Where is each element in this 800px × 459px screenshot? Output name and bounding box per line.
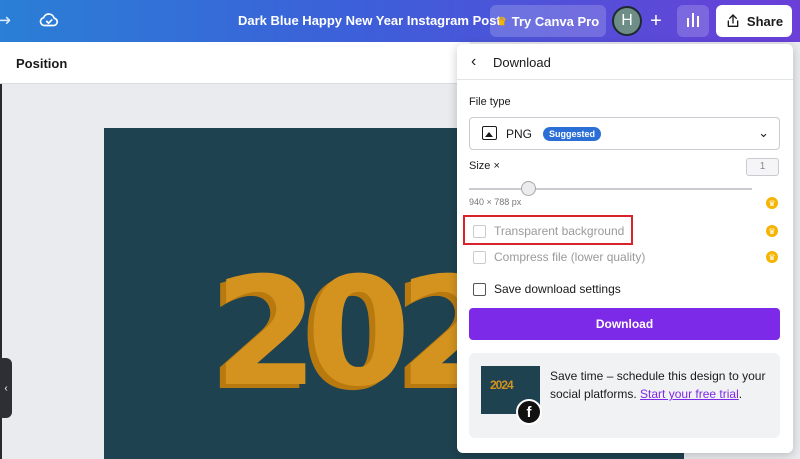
share-label: Share bbox=[746, 13, 784, 29]
promo-suffix: . bbox=[738, 387, 743, 401]
crown-icon: ♛ bbox=[766, 197, 778, 209]
size-slider-track[interactable] bbox=[469, 188, 752, 190]
download-panel: ‹ Download File type PNG Suggested ⌄ Siz… bbox=[457, 44, 793, 453]
avatar[interactable]: H bbox=[612, 6, 642, 36]
insights-icon bbox=[687, 18, 689, 27]
schedule-promo-card: 2024 f Save time – schedule this design … bbox=[469, 353, 780, 438]
save-download-settings-label: Save download settings bbox=[494, 282, 621, 296]
crown-icon: ♛ bbox=[766, 251, 778, 263]
download-panel-header: ‹ Download bbox=[457, 44, 793, 80]
size-label: Size × bbox=[469, 160, 500, 172]
download-button[interactable]: Download bbox=[469, 308, 780, 340]
redo-arrow-icon[interactable]: ↪ bbox=[0, 10, 11, 31]
position-toolbar: Position bbox=[0, 42, 470, 84]
try-canva-pro-button[interactable]: ♛ Try Canva Pro bbox=[490, 5, 606, 37]
file-type-select[interactable]: PNG Suggested ⌄ bbox=[469, 117, 780, 150]
design-year-text: 202 bbox=[214, 246, 503, 420]
file-type-value: PNG bbox=[506, 127, 533, 141]
crown-icon: ♛ bbox=[766, 225, 778, 237]
chevron-down-icon: ⌄ bbox=[758, 125, 769, 140]
promo-text: Save time – schedule this design to your… bbox=[550, 367, 770, 403]
image-icon bbox=[482, 126, 497, 140]
download-panel-title: Download bbox=[493, 55, 551, 70]
try-pro-label: Try Canva Pro bbox=[511, 13, 600, 29]
top-bar: ↪ Dark Blue Happy New Year Instagram Pos… bbox=[0, 0, 800, 42]
size-slider-thumb[interactable] bbox=[521, 181, 536, 196]
compress-file-checkbox[interactable] bbox=[473, 250, 486, 264]
position-button[interactable]: Position bbox=[16, 56, 67, 71]
promo-thumbnail-text: 2024 bbox=[490, 378, 514, 392]
transparent-background-option[interactable]: Transparent background bbox=[473, 223, 624, 239]
save-download-settings-option[interactable]: Save download settings bbox=[473, 281, 621, 297]
plus-icon[interactable]: + bbox=[643, 6, 669, 36]
dimensions-text: 940 × 788 px bbox=[469, 197, 522, 207]
collapse-panel-handle[interactable]: ‹ bbox=[0, 358, 12, 418]
cloud-check-icon[interactable] bbox=[38, 9, 60, 36]
crown-icon: ♛ bbox=[496, 15, 507, 28]
transparent-background-checkbox[interactable] bbox=[473, 224, 486, 238]
start-free-trial-link[interactable]: Start your free trial bbox=[640, 387, 739, 401]
share-button[interactable]: Share bbox=[716, 5, 792, 37]
insights-button[interactable] bbox=[677, 5, 709, 37]
compress-file-label: Compress file (lower quality) bbox=[494, 250, 646, 264]
back-arrow-icon[interactable]: ‹ bbox=[471, 53, 476, 71]
transparent-background-label: Transparent background bbox=[494, 224, 625, 238]
share-icon bbox=[727, 14, 739, 27]
file-type-label: File type bbox=[469, 96, 511, 108]
size-input[interactable]: 1 bbox=[746, 158, 779, 176]
save-download-settings-checkbox[interactable] bbox=[473, 282, 486, 296]
document-title[interactable]: Dark Blue Happy New Year Instagram Post bbox=[238, 13, 501, 28]
facebook-icon: f bbox=[516, 399, 542, 425]
compress-file-option[interactable]: Compress file (lower quality) bbox=[473, 249, 645, 265]
suggested-badge: Suggested bbox=[543, 127, 602, 141]
chevron-left-icon: ‹ bbox=[4, 382, 8, 394]
